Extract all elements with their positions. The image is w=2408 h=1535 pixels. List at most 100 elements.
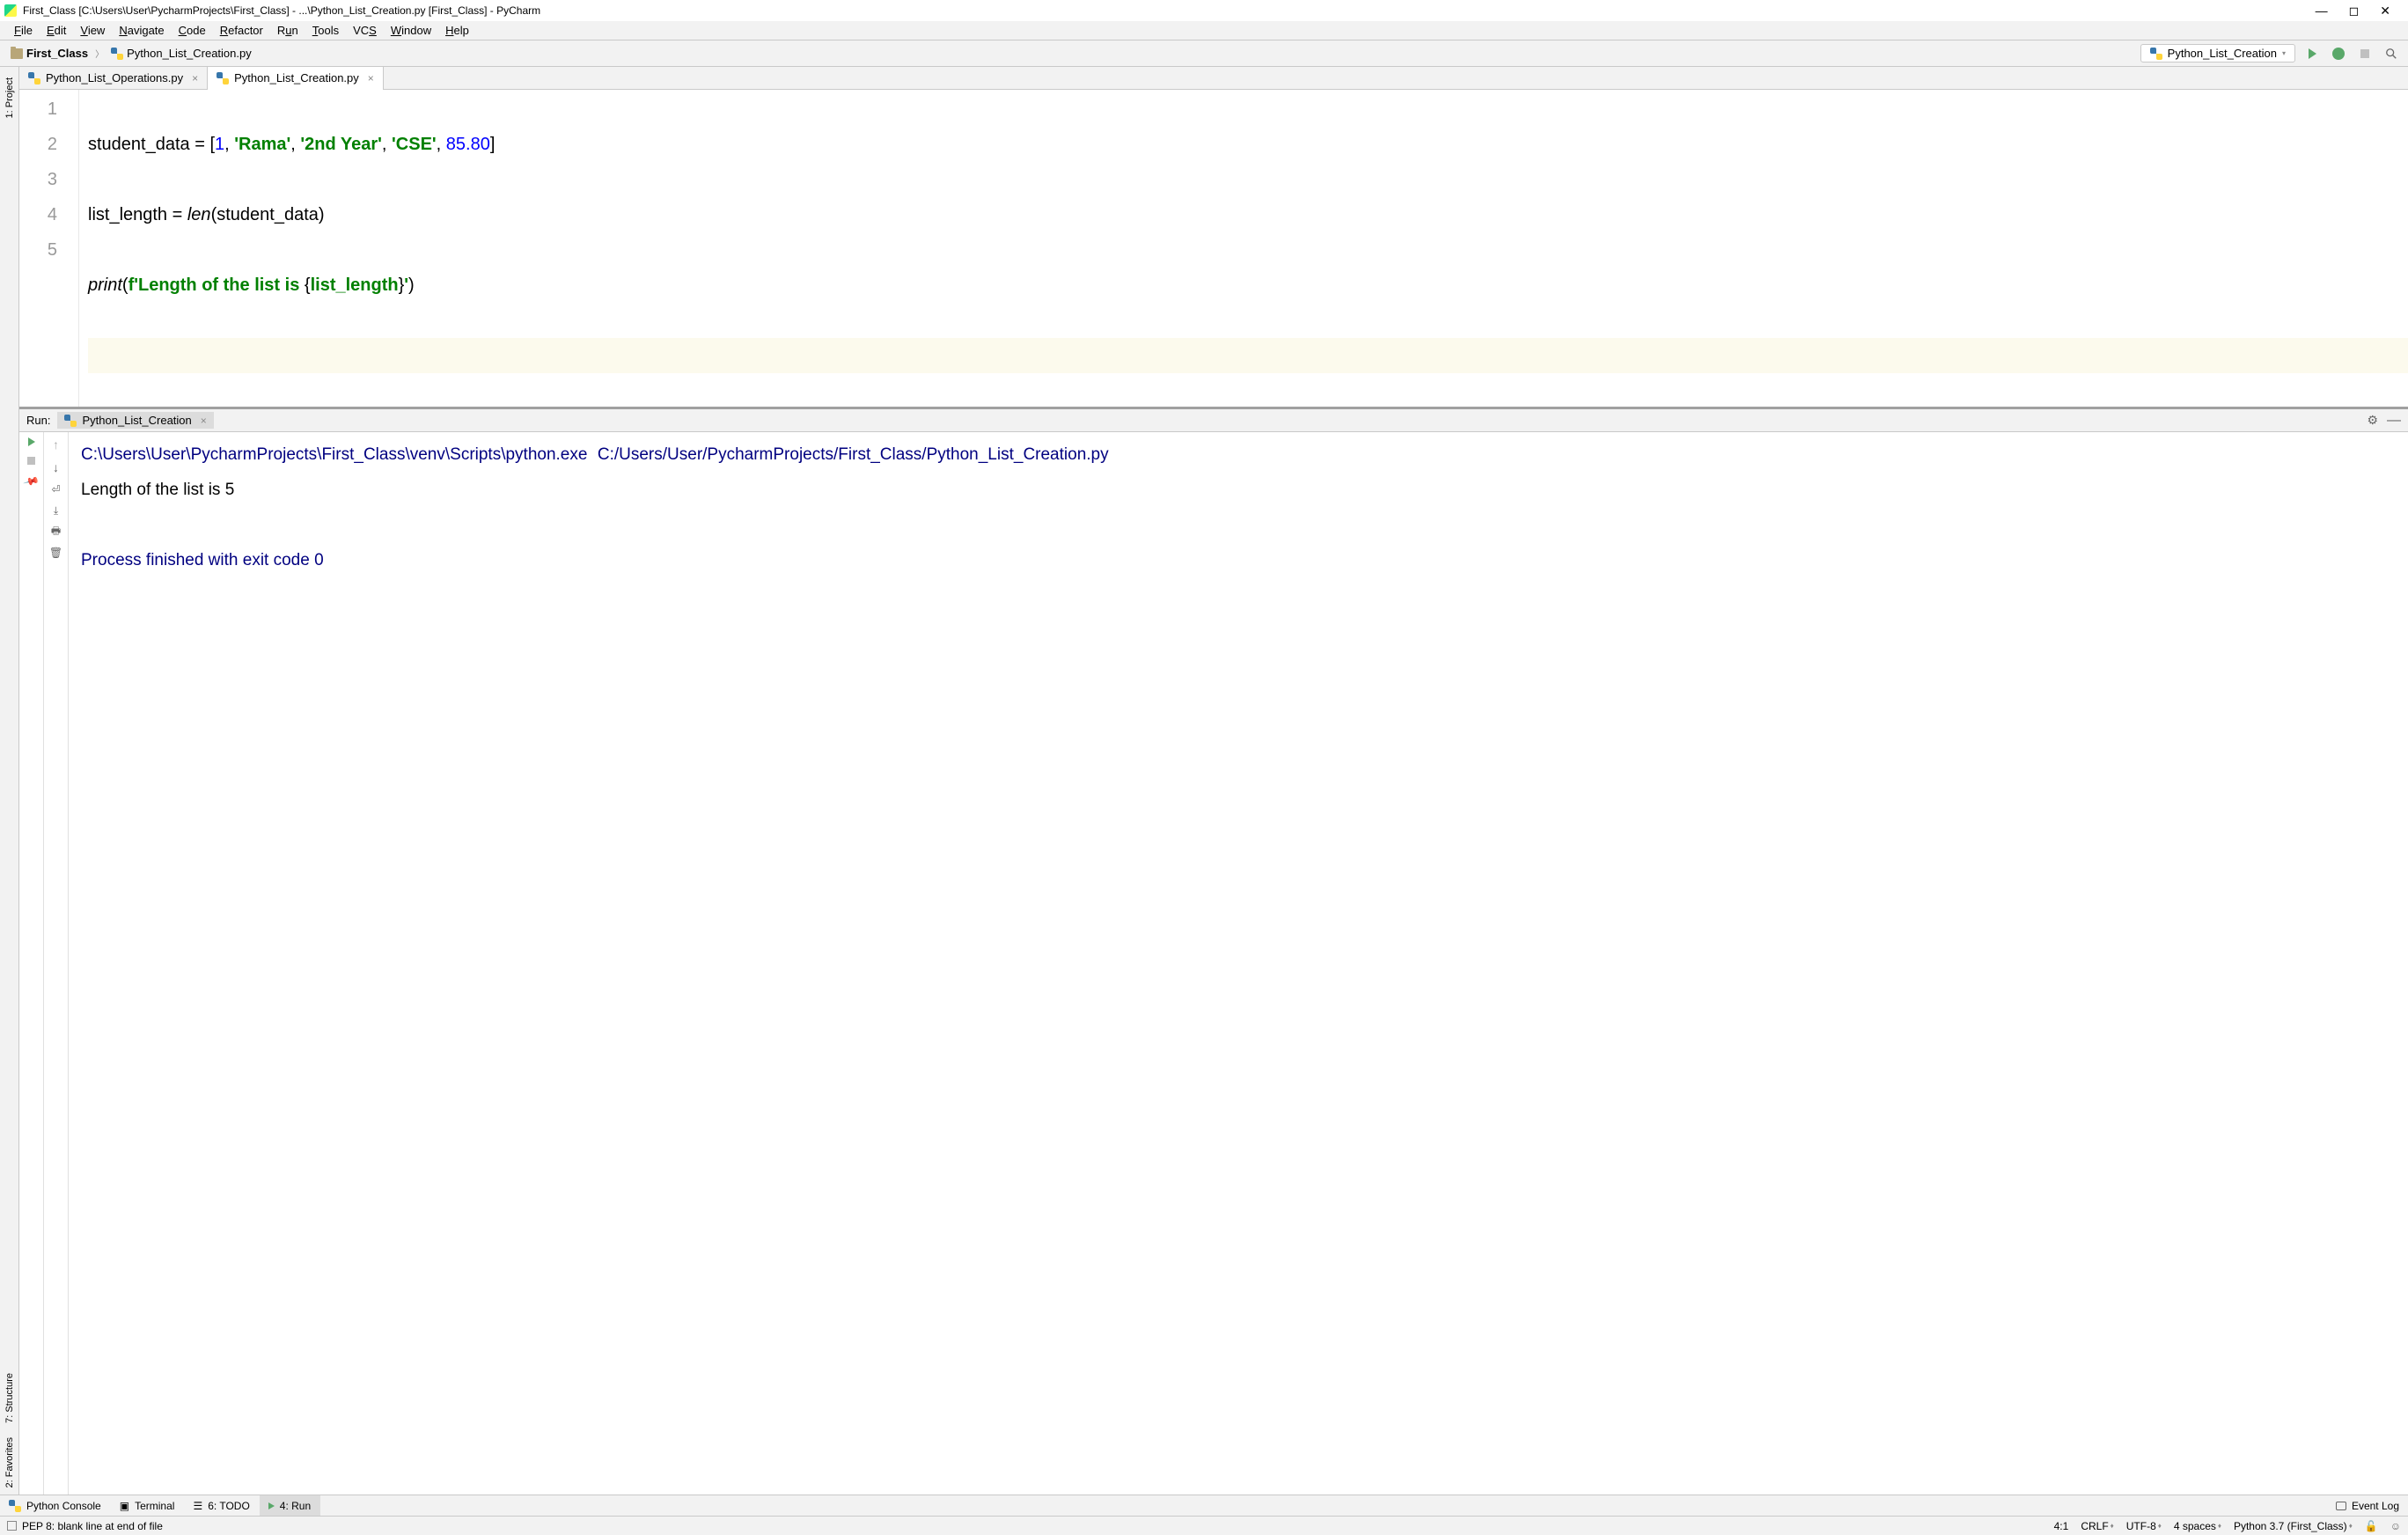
menu-refactor[interactable]: Refactor <box>213 22 270 39</box>
play-icon <box>2309 48 2316 59</box>
bottom-tab-run[interactable]: 4: Run <box>260 1495 320 1516</box>
editor-tabs: Python_List_Operations.py × Python_List_… <box>19 67 2408 90</box>
speech-bubble-icon <box>2336 1502 2346 1510</box>
checkbox-icon[interactable] <box>7 1521 17 1531</box>
main-area: 1: Project 7: Structure 2: Favorites Pyt… <box>0 67 2408 1495</box>
status-encoding[interactable]: UTF-8♦ <box>2126 1520 2162 1532</box>
chevron-down-icon: ▾ <box>2282 49 2286 57</box>
navbar-right: Python_List_Creation ▾ <box>2140 44 2401 63</box>
lock-icon[interactable]: 🔓 <box>2365 1520 2378 1532</box>
menu-navigate[interactable]: Navigate <box>112 22 171 39</box>
bottom-tab-python-console[interactable]: Python Console <box>0 1495 111 1516</box>
statusbar-message: PEP 8: blank line at end of file <box>22 1520 163 1532</box>
bottom-tab-event-log[interactable]: Event Log <box>2327 1495 2408 1516</box>
sidebar-tab-project[interactable]: 1: Project <box>3 70 17 125</box>
close-icon[interactable]: × <box>201 415 207 427</box>
menu-run[interactable]: Run <box>270 22 305 39</box>
stop-button[interactable] <box>27 457 35 465</box>
bottom-tab-todo[interactable]: ☰ 6: TODO <box>184 1495 259 1516</box>
menu-edit[interactable]: Edit <box>40 22 73 39</box>
python-file-icon <box>111 48 123 60</box>
hide-icon[interactable]: — <box>2387 413 2401 429</box>
bottom-tool-tabs: Python Console ▣ Terminal ☰ 6: TODO 4: R… <box>0 1495 2408 1516</box>
play-icon <box>268 1502 275 1509</box>
run-panel-tab[interactable]: Python_List_Creation × <box>57 412 213 429</box>
code-line: list_length = len(student_data) <box>88 197 2408 232</box>
bottom-tab-label: Event Log <box>2352 1500 2399 1512</box>
left-sidebar: 1: Project 7: Structure 2: Favorites <box>0 67 19 1495</box>
status-indent[interactable]: 4 spaces♦ <box>2174 1520 2221 1532</box>
clear-icon[interactable]: 🗑 <box>50 547 62 559</box>
gutter: 1 2 3 4 5 <box>19 90 79 407</box>
window-controls: — ◻ ✕ <box>2316 4 2390 18</box>
python-file-icon <box>2150 48 2162 60</box>
editor-tab-operations[interactable]: Python_List_Operations.py × <box>19 67 208 89</box>
code-area[interactable]: student_data = [1, 'Rama', '2nd Year', '… <box>79 90 2408 407</box>
console-exit: Process finished with exit code 0 <box>81 551 324 569</box>
scroll-to-end-icon[interactable]: ⤓ <box>50 504 62 517</box>
down-icon[interactable]: ↓ <box>53 460 59 474</box>
stop-button[interactable] <box>2355 44 2375 63</box>
inspector-icon[interactable]: ☺ <box>2390 1520 2401 1532</box>
statusbar: PEP 8: blank line at end of file 4:1 CRL… <box>0 1516 2408 1535</box>
menu-view[interactable]: View <box>73 22 112 39</box>
console-output[interactable]: C:\Users\User\PycharmProjects\First_Clas… <box>69 432 2408 1495</box>
menu-tools[interactable]: Tools <box>305 22 346 39</box>
menubar: File Edit View Navigate Code Refactor Ru… <box>0 21 2408 40</box>
run-panel-header: Run: Python_List_Creation × ⚙ — <box>19 409 2408 432</box>
bottom-tab-label: Terminal <box>135 1500 174 1512</box>
rerun-button[interactable] <box>28 437 35 446</box>
bottom-tab-label: 6: TODO <box>208 1500 250 1512</box>
breadcrumb-file[interactable]: Python_List_Creation.py <box>107 45 255 62</box>
status-position[interactable]: 4:1 <box>2054 1520 2069 1532</box>
search-everywhere-button[interactable] <box>2382 44 2401 63</box>
status-line-separator[interactable]: CRLF♦ <box>2081 1520 2113 1532</box>
editor-tab-label: Python_List_Creation.py <box>234 71 359 84</box>
pin-icon[interactable]: 📌 <box>23 473 40 490</box>
line-number: 2 <box>19 127 57 162</box>
close-icon[interactable]: × <box>368 72 374 84</box>
run-config-label: Python_List_Creation <box>2168 47 2277 60</box>
menu-help[interactable]: Help <box>438 22 476 39</box>
python-file-icon <box>28 72 40 84</box>
run-panel-body: 📌 ↑ ↓ ⏎ ⤓ 🖶 🗑 C:\Users\User\PycharmProje… <box>19 432 2408 1495</box>
folder-icon <box>11 48 23 59</box>
editor-body[interactable]: 1 2 3 4 5 student_data = [1, 'Rama', '2n… <box>19 90 2408 407</box>
sidebar-tab-favorites[interactable]: 2: Favorites <box>3 1430 17 1495</box>
editor-tab-label: Python_List_Operations.py <box>46 71 183 84</box>
run-toolbar-column-2: ↑ ↓ ⏎ ⤓ 🖶 🗑 <box>44 432 69 1495</box>
close-icon[interactable]: × <box>192 72 198 84</box>
menu-file[interactable]: File <box>7 22 40 39</box>
menu-vcs[interactable]: VCS <box>346 22 384 39</box>
search-icon <box>2385 48 2397 60</box>
chevron-icon: 〉 <box>95 47 104 60</box>
print-icon[interactable]: 🖶 <box>50 525 62 538</box>
run-button[interactable] <box>2302 44 2322 63</box>
pycharm-icon <box>4 4 18 18</box>
python-file-icon <box>64 415 77 427</box>
run-panel-tab-label: Python_List_Creation <box>82 414 191 427</box>
bug-icon <box>2332 48 2345 60</box>
navbar: First_Class 〉 Python_List_Creation.py Py… <box>0 40 2408 67</box>
soft-wrap-icon[interactable]: ⏎ <box>50 483 62 496</box>
menu-window[interactable]: Window <box>384 22 438 39</box>
run-panel-header-right: ⚙ — <box>2367 413 2401 429</box>
bottom-tab-label: Python Console <box>26 1500 101 1512</box>
close-button[interactable]: ✕ <box>2380 4 2390 18</box>
bottom-tab-terminal[interactable]: ▣ Terminal <box>111 1495 185 1516</box>
breadcrumb-project[interactable]: First_Class <box>7 45 92 62</box>
sidebar-tab-structure[interactable]: 7: Structure <box>3 1366 17 1430</box>
line-number: 1 <box>19 92 57 127</box>
maximize-button[interactable]: ◻ <box>2349 4 2360 18</box>
menu-code[interactable]: Code <box>172 22 213 39</box>
status-interpreter[interactable]: Python 3.7 (First_Class)♦ <box>2234 1520 2353 1532</box>
up-icon[interactable]: ↑ <box>53 437 59 452</box>
minimize-button[interactable]: — <box>2316 4 2328 18</box>
debug-button[interactable] <box>2329 44 2348 63</box>
gear-icon[interactable]: ⚙ <box>2367 413 2378 428</box>
code-line-current <box>88 338 2408 373</box>
editor-container: Python_List_Operations.py × Python_List_… <box>19 67 2408 1495</box>
editor-tab-creation[interactable]: Python_List_Creation.py × <box>208 67 384 89</box>
list-icon: ☰ <box>193 1500 202 1512</box>
run-config-selector[interactable]: Python_List_Creation ▾ <box>2140 44 2295 62</box>
